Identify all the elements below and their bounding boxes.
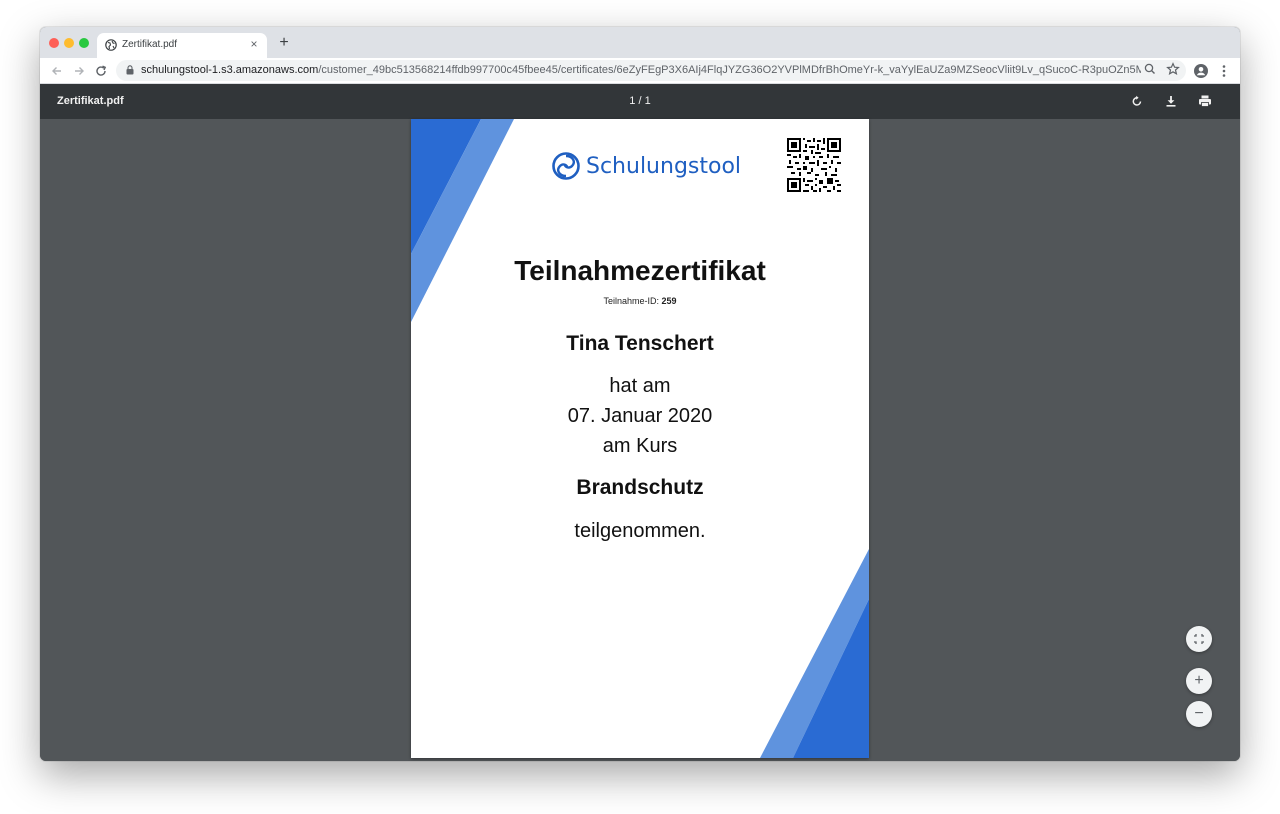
pdf-page: Schulungstool Teilnahmezertifikat Teilna… <box>411 119 869 758</box>
spiral-logo-icon <box>552 152 580 180</box>
url-path: /customer_49bc513568214ffdb997700c45fbee… <box>318 64 1141 76</box>
certificate-date: 07. Januar 2020 <box>567 405 713 427</box>
kebab-menu-icon[interactable] <box>1218 62 1230 80</box>
back-arrow-icon[interactable] <box>49 63 65 79</box>
pdf-toolbar: Zertifikat.pdf 1 / 1 <box>40 84 1240 119</box>
page-indicator: 1 / 1 <box>629 95 651 107</box>
course-name: Brandschutz <box>576 476 704 499</box>
pdf-viewer-area[interactable]: Schulungstool Teilnahmezertifikat Teilna… <box>40 119 1240 761</box>
close-window-button[interactable] <box>49 38 59 48</box>
brand-name: Schulungstool <box>586 154 742 179</box>
tab-close-icon[interactable]: × <box>247 37 261 51</box>
certificate-text-line-2: am Kurs <box>602 435 678 457</box>
qr-code <box>787 138 841 192</box>
participation-id-label: Teilnahme-ID: <box>603 296 659 306</box>
download-icon[interactable] <box>1163 93 1179 109</box>
browser-tab[interactable]: Zertifikat.pdf × <box>97 33 267 58</box>
print-icon[interactable] <box>1197 93 1213 109</box>
browser-window: Zertifikat.pdf × + schulungstool-1.s3.am… <box>40 27 1240 761</box>
forward-arrow-icon[interactable] <box>71 63 87 79</box>
rotate-icon[interactable] <box>1129 93 1145 109</box>
certificate-title: Teilnahmezertifikat <box>514 255 766 286</box>
fit-page-button[interactable] <box>1186 626 1212 652</box>
reload-icon[interactable] <box>93 63 109 79</box>
tab-strip: Zertifikat.pdf × + <box>40 27 1240 58</box>
lock-icon <box>126 65 134 75</box>
globe-icon <box>105 39 117 51</box>
participant-name: Tina Tenschert <box>566 332 714 355</box>
maximize-window-button[interactable] <box>79 38 89 48</box>
url-text: schulungstool-1.s3.amazonaws.com/custome… <box>141 64 1141 76</box>
profile-icon[interactable] <box>1193 63 1209 79</box>
fit-page-icon <box>1194 634 1204 644</box>
new-tab-button[interactable]: + <box>276 35 292 51</box>
tab-title: Zertifikat.pdf <box>122 39 178 50</box>
star-icon[interactable] <box>1165 61 1181 77</box>
certificate-text-line-3: teilgenommen. <box>574 520 706 542</box>
pdf-file-name: Zertifikat.pdf <box>57 95 124 107</box>
certificate-text-line-1: hat am <box>609 375 671 397</box>
address-bar[interactable]: schulungstool-1.s3.amazonaws.com/custome… <box>116 60 1186 81</box>
participation-id: Teilnahme-ID: 259 <box>411 296 869 306</box>
browser-toolbar: schulungstool-1.s3.amazonaws.com/custome… <box>40 58 1240 84</box>
minimize-window-button[interactable] <box>64 38 74 48</box>
magnifier-icon[interactable] <box>1142 61 1158 77</box>
zoom-out-button[interactable]: − <box>1186 701 1212 727</box>
participation-id-value: 259 <box>661 296 677 306</box>
zoom-in-button[interactable]: + <box>1186 668 1212 694</box>
url-host: schulungstool-1.s3.amazonaws.com <box>141 64 319 76</box>
